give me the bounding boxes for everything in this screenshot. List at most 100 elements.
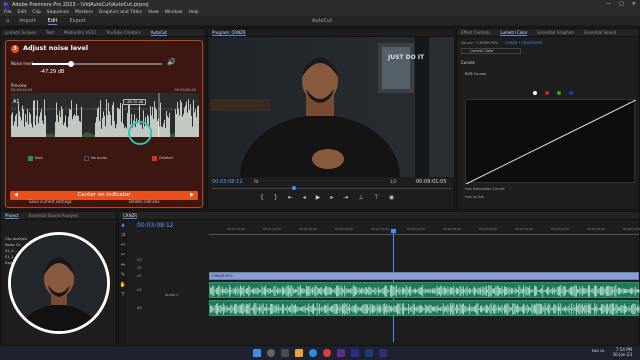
program-timecode[interactable]: 00:03:08:12 xyxy=(212,179,243,185)
go-to-out-icon[interactable]: ⇥ xyxy=(343,194,348,201)
save-settings-link[interactable]: Save current settings xyxy=(29,199,72,204)
menu-clip[interactable]: Clip xyxy=(32,10,41,15)
step-back-icon[interactable]: ◂ xyxy=(303,194,306,201)
audio-waveform-bar xyxy=(231,304,233,314)
hue-sat-curves-label[interactable]: Hue Saturation Curves xyxy=(465,187,505,191)
tab-text[interactable]: Text xyxy=(46,30,54,35)
file-explorer-icon[interactable] xyxy=(295,349,303,357)
track-v2[interactable]: V2 xyxy=(137,266,142,270)
premiere-pro-active-icon[interactable] xyxy=(379,349,387,357)
camera-icon[interactable]: ◉ xyxy=(389,194,394,201)
fx-dropdown[interactable]: Lumetri Color xyxy=(461,48,521,54)
noise-slider[interactable] xyxy=(32,61,162,67)
audio-clip-a1[interactable] xyxy=(209,282,640,298)
audio-waveform-bar xyxy=(330,286,331,296)
playhead-marker[interactable] xyxy=(391,229,396,233)
waveform-preview[interactable]: A1 xyxy=(11,93,199,137)
close-button[interactable]: ✕ xyxy=(632,1,636,7)
after-effects-icon[interactable] xyxy=(337,349,345,357)
pen-tool-icon[interactable]: ✎ xyxy=(121,272,125,278)
menu-window[interactable]: Window xyxy=(165,10,183,15)
type-tool-icon[interactable]: T xyxy=(121,292,124,298)
tab-media-browser[interactable]: Media Bro VG11 xyxy=(64,30,96,35)
track-a1[interactable]: A1 xyxy=(137,288,142,292)
hand-tool-icon[interactable]: ✋ xyxy=(120,282,126,288)
blue-channel-icon[interactable] xyxy=(569,91,573,95)
lift-icon[interactable]: ⊥ xyxy=(358,194,363,201)
sequence-breadcrumb[interactable]: CRNZR • CRNZR.MP4 xyxy=(505,41,542,45)
sequence-tab[interactable]: CRNZR xyxy=(123,213,138,219)
hue-vs-sat-label[interactable]: Hue vs Sat xyxy=(465,195,484,199)
task-view-icon[interactable] xyxy=(281,349,289,357)
audio-clip-a2[interactable] xyxy=(209,300,640,316)
tab-autocut[interactable]: AutoCut xyxy=(150,30,167,36)
quality-dropdown[interactable]: 1/2 xyxy=(390,179,396,184)
noise-slider-handle[interactable] xyxy=(68,61,74,67)
menu-help[interactable]: Help xyxy=(188,10,198,15)
track-v1[interactable]: V1 xyxy=(137,274,142,278)
white-channel-icon[interactable] xyxy=(533,91,537,95)
menu-sequence[interactable]: Sequence xyxy=(47,10,69,15)
menu-graphics[interactable]: Graphics and Titles xyxy=(99,10,142,15)
tab-essential-sound[interactable]: Essential Sound xyxy=(584,30,616,35)
source-breadcrumb[interactable]: Source • CRNZR.MP4 xyxy=(461,41,498,45)
workspace-export[interactable]: Export xyxy=(69,18,85,24)
green-channel-icon[interactable] xyxy=(557,91,561,95)
windows-start-icon[interactable] xyxy=(253,349,261,357)
track-a2[interactable]: A2 xyxy=(137,306,142,310)
premiere-taskbar-icon[interactable] xyxy=(351,349,359,357)
maximize-button[interactable]: □ xyxy=(619,1,624,7)
fit-dropdown[interactable]: Fit xyxy=(254,179,259,184)
razor-tool-icon[interactable]: ✂ xyxy=(121,252,125,258)
menu-edit[interactable]: Edit xyxy=(18,10,27,15)
minimize-button[interactable]: — xyxy=(606,1,611,7)
play-icon[interactable]: ▶ xyxy=(316,194,321,201)
chrome-icon[interactable] xyxy=(323,349,331,357)
waveform-bar xyxy=(24,126,25,137)
program-title[interactable]: Program: CRNZR xyxy=(212,30,246,36)
track-v3[interactable]: V3 xyxy=(137,258,142,262)
timeline-timecode[interactable]: 00:03:08:12 xyxy=(137,222,174,229)
audio-waveform-bar xyxy=(224,305,226,313)
workspace-import[interactable]: Import xyxy=(19,18,36,24)
chevron-right-icon[interactable]: ▶ xyxy=(190,191,194,200)
playhead-handle[interactable] xyxy=(292,186,296,190)
go-to-in-icon[interactable]: ⇤ xyxy=(288,194,293,201)
workspace-edit[interactable]: Edit xyxy=(47,18,58,25)
step-forward-icon[interactable]: ▸ xyxy=(330,194,333,201)
slip-tool-icon[interactable]: ⇹ xyxy=(121,262,125,268)
delete-silences-button[interactable]: Delete silences xyxy=(129,199,159,204)
language-indicator[interactable]: ENG IN xyxy=(592,349,604,353)
extract-icon[interactable]: ⊤ xyxy=(374,194,379,201)
video-clip[interactable]: CRNZR.MP4 xyxy=(209,272,639,280)
tab-lumetri-scopes[interactable]: Lumetri Scopes xyxy=(5,30,36,35)
tab-lumetri-color[interactable]: Lumetri Color xyxy=(500,30,528,36)
rgb-curve-graph[interactable] xyxy=(465,99,637,185)
audio-waveform-bar xyxy=(294,289,295,293)
tab-youtube-creators[interactable]: YouTube Creators xyxy=(106,30,141,35)
chevron-left-icon[interactable]: ◀ xyxy=(14,191,18,200)
menu-markers[interactable]: Markers xyxy=(75,10,93,15)
tab-project[interactable]: Project xyxy=(5,213,19,219)
tab-effect-controls[interactable]: Effect Controls xyxy=(461,30,490,35)
search-icon[interactable] xyxy=(267,349,275,357)
curves-section[interactable]: Curves xyxy=(461,60,475,65)
red-channel-icon[interactable] xyxy=(545,91,549,95)
selection-tool-icon[interactable]: ▲ xyxy=(121,222,125,228)
menu-view[interactable]: View xyxy=(148,10,159,15)
rgb-curves-label[interactable]: RGB Curves xyxy=(465,72,486,76)
tab-essential-graphics[interactable]: Essential Graphics xyxy=(537,30,574,35)
mark-out-icon[interactable]: } xyxy=(274,194,278,201)
system-clock[interactable]: 7:54 PM 30-Jan-23 xyxy=(613,347,632,357)
tab-essential-sound-analysis[interactable]: Essential Sound Analysis xyxy=(29,213,79,218)
home-icon[interactable]: ⌂ xyxy=(6,18,9,24)
menu-file[interactable]: File xyxy=(4,10,12,15)
ripple-edit-icon[interactable]: ↔ xyxy=(121,242,125,248)
audio-waveform-bar xyxy=(452,303,454,315)
track-select-icon[interactable]: ⇉ xyxy=(121,232,125,238)
audio-waveform-bar xyxy=(362,304,364,314)
photoshop-icon[interactable] xyxy=(365,349,373,357)
mark-in-icon[interactable]: { xyxy=(260,194,264,201)
scrub-bar[interactable] xyxy=(212,188,452,189)
browser-icon[interactable] xyxy=(309,349,317,357)
